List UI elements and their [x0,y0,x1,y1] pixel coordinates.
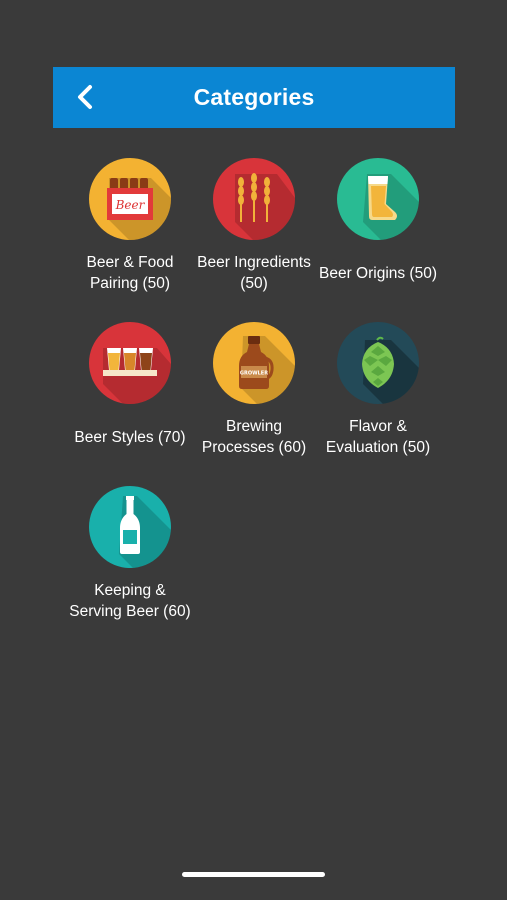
category-badge [337,322,419,404]
category-beer-food-pairing[interactable]: Beer Beer & Food Pairing (50) [68,158,192,308]
category-beer-origins[interactable]: Beer Origins (50) [316,158,440,308]
growler-icon: GROWLER [239,336,295,404]
home-indicator[interactable] [182,872,325,877]
category-badge: GROWLER [213,322,295,404]
category-badge [89,486,171,568]
beer-crate-icon: Beer [107,178,171,240]
header-bar: Categories [53,67,455,128]
category-grid: Beer Beer & Food Pairing (50) Beer Ingre… [68,158,440,636]
page-title: Categories [193,84,315,110]
category-beer-ingredients[interactable]: Beer Ingredients (50) [192,158,316,308]
category-label: Beer Ingredients (50) [197,254,311,292]
category-keeping-serving-beer[interactable]: Keeping & Serving Beer (60) [68,486,192,636]
category-label: Brewing Processes (60) [201,418,307,456]
chevron-left-icon [78,85,92,109]
svg-text:GROWLER: GROWLER [240,371,268,377]
wheat-icon [235,173,295,240]
category-label: Flavor & Evaluation (50) [325,418,431,456]
category-badge: Beer [89,158,171,240]
category-label: Beer Origins (50) [318,264,437,282]
category-label: Keeping & Serving Beer (60) [69,582,191,620]
beer-boot-icon [363,174,419,240]
svg-text:Beer: Beer [115,198,146,212]
beer-bottle-icon [119,496,171,568]
category-flavor-evaluation[interactable]: Flavor & Evaluation (50) [316,322,440,472]
category-label: Beer & Food Pairing (50) [86,254,174,292]
category-badge [89,322,171,404]
category-badge [213,158,295,240]
category-badge [337,158,419,240]
category-beer-styles[interactable]: Beer Styles (70) [68,322,192,472]
category-label: Beer Styles (70) [74,428,186,446]
beer-flight-icon [103,348,171,404]
hop-icon [362,336,419,404]
back-button[interactable] [71,82,101,112]
category-brewing-processes[interactable]: GROWLER Brewing Processes (60) [192,322,316,472]
